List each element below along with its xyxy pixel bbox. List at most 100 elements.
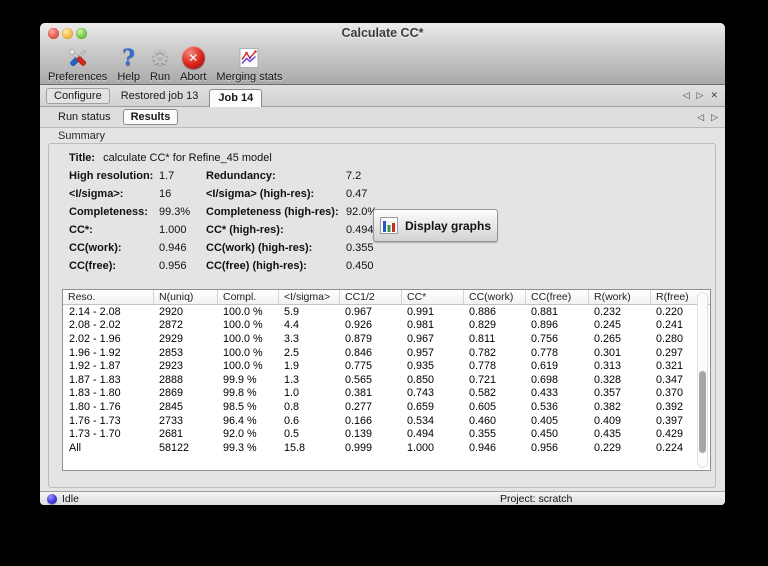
- table-cell: 0.956: [531, 441, 559, 454]
- table-header: Reso. N(uniq) Compl. <I/sigma> CC1/2 CC*…: [63, 290, 710, 305]
- table-cell: 2.5: [284, 346, 300, 359]
- stat-value: 7.2: [346, 170, 362, 182]
- summary-stats: High resolution: 1.7 Redundancy: 7.2 <I/sig…: [69, 170, 416, 278]
- column-header-nuniq[interactable]: N(uniq): [153, 290, 217, 304]
- toolbar-item-label: Help: [117, 71, 140, 83]
- stat-label: High resolution:: [69, 170, 154, 182]
- table-row[interactable]: 1.92 - 1.87 2923 100.0 % 1.9 0.775 0.935 0.778…: [63, 359, 697, 373]
- job-tab-bar: Configure Restored job 13 Job 14 ◁ ▷ ✕: [40, 85, 725, 107]
- table-cell: 0.743: [407, 387, 435, 400]
- table-cell: 2.14 - 2.08: [69, 305, 121, 318]
- table-cell: 1.9: [284, 360, 300, 373]
- tab-restored-job-13[interactable]: Restored job 13: [113, 88, 207, 104]
- column-header-rwork[interactable]: R(work): [588, 290, 650, 304]
- statistics-table: Reso. N(uniq) Compl. <I/sigma> CC1/2 CC*…: [62, 289, 711, 471]
- table-row[interactable]: 1.73 - 1.70 2681 92.0 % 0.5 0.139 0.494 0.355 0…: [63, 427, 697, 441]
- tab-scroll-left-icon[interactable]: ◁: [683, 91, 690, 100]
- table-cell: 0.782: [469, 346, 497, 359]
- window-close-button[interactable]: [48, 27, 59, 39]
- column-header-isigma[interactable]: <I/sigma>: [278, 290, 339, 304]
- stat-label: CC*:: [69, 224, 93, 236]
- tab-close-icon[interactable]: ✕: [710, 91, 718, 100]
- tools-icon: [65, 44, 91, 71]
- subtab-scroll-left-icon[interactable]: ◁: [697, 112, 704, 122]
- table-cell: 0.582: [469, 387, 497, 400]
- table-cell: 0.999: [345, 441, 373, 454]
- table-cell: 0.967: [407, 332, 435, 345]
- tab-results[interactable]: Results: [122, 109, 179, 125]
- tab-run-status[interactable]: Run status: [50, 109, 119, 125]
- table-cell: 100.0 %: [223, 305, 263, 318]
- table-cell: 2.02 - 1.96: [69, 332, 121, 345]
- run-button[interactable]: ⚙ Run: [150, 43, 170, 83]
- table-row[interactable]: 1.76 - 1.73 2733 96.4 % 0.6 0.166 0.534 0.460 0…: [63, 414, 697, 428]
- table-cell: 0.698: [531, 373, 559, 386]
- display-graphs-label: Display graphs: [404, 218, 492, 233]
- table-row[interactable]: 2.02 - 1.96 2929 100.0 % 3.3 0.879 0.967 0.811…: [63, 332, 697, 346]
- table-cell: 0.605: [469, 400, 497, 413]
- table-cell: 0.347: [656, 373, 684, 386]
- table-row[interactable]: 1.80 - 1.76 2845 98.5 % 0.8 0.277 0.659 0.605 0…: [63, 400, 697, 414]
- column-header-ccfree[interactable]: CC(free): [525, 290, 588, 304]
- table-cell: 0.829: [469, 319, 497, 332]
- table-cell: 0.229: [594, 441, 622, 454]
- table-row[interactable]: All 58122 99.3 % 15.8 0.999 1.000 0.946 0.956 0.…: [63, 441, 697, 455]
- column-header-ccwork[interactable]: CC(work): [463, 290, 525, 304]
- table-cell: 2.08 - 2.02: [69, 319, 121, 332]
- table-cell: 0.409: [594, 414, 622, 427]
- table-cell: 2920: [159, 305, 184, 318]
- table-cell: 1.0: [284, 387, 300, 400]
- column-header-cc12[interactable]: CC1/2: [339, 290, 401, 304]
- table-row[interactable]: 2.08 - 2.02 2872 100.0 % 4.4 0.926 0.981 0.829…: [63, 319, 697, 333]
- table-cell: 0.778: [531, 346, 559, 359]
- tab-scroll-right-icon[interactable]: ▷: [697, 91, 704, 100]
- subtab-scroll-right-icon[interactable]: ▷: [711, 112, 718, 122]
- stat-label: <I/sigma> (high-res):: [206, 188, 315, 200]
- help-button[interactable]: ? Help: [117, 43, 140, 84]
- window-controls: [48, 23, 87, 43]
- table-cell: 99.8 %: [223, 387, 257, 400]
- table-cell: 0.460: [469, 414, 497, 427]
- table-cell: 0.935: [407, 360, 435, 373]
- table-row[interactable]: 1.96 - 1.92 2853 100.0 % 2.5 0.846 0.957 0.782…: [63, 346, 697, 360]
- tab-configure[interactable]: Configure: [46, 87, 110, 104]
- table-body: 2.14 - 2.08 2920 100.0 % 5.9 0.967 0.991 0.886…: [63, 305, 697, 470]
- column-header-compl[interactable]: Compl.: [217, 290, 278, 304]
- table-cell: 0.429: [656, 428, 684, 441]
- table-cell: 2853: [159, 346, 184, 359]
- table-cell: 1.000: [407, 441, 435, 454]
- stat-value: 1.7: [159, 170, 175, 182]
- abort-button[interactable]: ✕ Abort: [180, 43, 206, 83]
- display-graphs-button[interactable]: Display graphs: [373, 209, 498, 242]
- table-scrollbar[interactable]: [697, 292, 708, 468]
- table-cell: 1.96 - 1.92: [69, 346, 121, 359]
- scrollbar-thumb[interactable]: [699, 371, 706, 454]
- bar-chart-icon: [379, 217, 398, 234]
- result-tab-nav: ◁ ▷: [697, 107, 718, 127]
- merging-stats-button[interactable]: Merging stats: [216, 43, 282, 83]
- app-window: Calculate CC* Preferences ? Help ⚙ Run ✕…: [40, 23, 725, 505]
- table-cell: 0.565: [345, 373, 373, 386]
- column-header-reso[interactable]: Reso.: [63, 290, 153, 304]
- table-cell: 15.8: [284, 441, 306, 454]
- table-row[interactable]: 1.87 - 1.83 2888 99.9 % 1.3 0.565 0.850 0.721 0…: [63, 373, 697, 387]
- table-cell: 2845: [159, 400, 184, 413]
- preferences-button[interactable]: Preferences: [48, 43, 107, 83]
- table-cell: 0.846: [345, 346, 373, 359]
- tab-job-14[interactable]: Job 14: [209, 89, 263, 107]
- table-row[interactable]: 1.83 - 1.80 2869 99.8 % 1.0 0.381 0.743 0.582 0…: [63, 387, 697, 401]
- table-cell: 0.534: [407, 414, 435, 427]
- window-minimize-button[interactable]: [62, 27, 73, 39]
- table-cell: 5.9: [284, 305, 300, 318]
- table-cell: 2888: [159, 373, 184, 386]
- column-header-ccstar[interactable]: CC*: [401, 290, 463, 304]
- table-cell: 0.313: [594, 360, 622, 373]
- table-cell: 0.494: [407, 428, 435, 441]
- table-cell: 0.619: [531, 360, 559, 373]
- table-row[interactable]: 2.14 - 2.08 2920 100.0 % 5.9 0.967 0.991 0.886…: [63, 305, 697, 319]
- window-zoom-button[interactable]: [76, 27, 87, 39]
- table-cell: 2923: [159, 360, 184, 373]
- table-cell: 0.8: [284, 400, 300, 413]
- title-bar[interactable]: Calculate CC*: [40, 23, 725, 43]
- table-cell: 0.991: [407, 305, 435, 318]
